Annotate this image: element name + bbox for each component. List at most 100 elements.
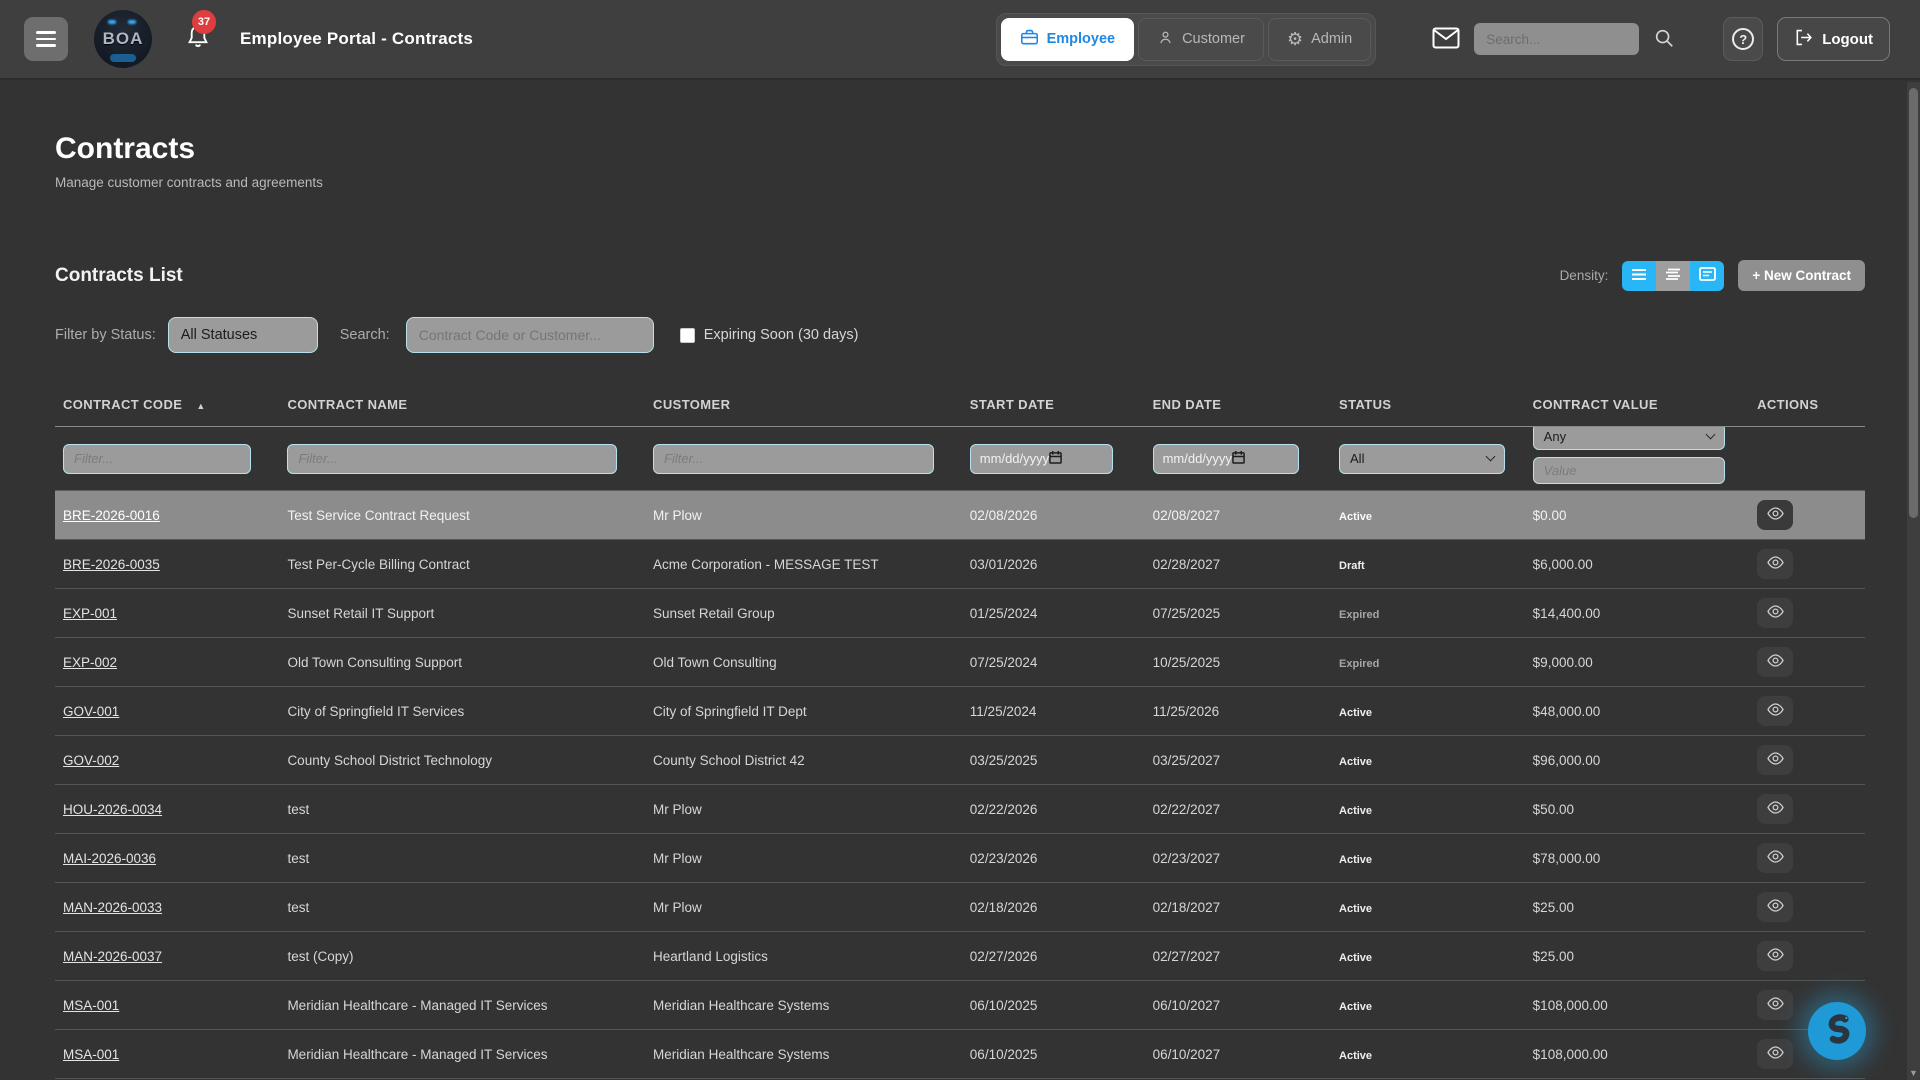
top-navbar: BOA 37 Employee Portal - Contracts Emplo…: [0, 0, 1920, 80]
eye-icon: [1766, 751, 1785, 769]
table-row[interactable]: MAN-2026-0037 test (Copy) Heartland Logi…: [55, 932, 1865, 981]
density-card-button[interactable]: [1690, 261, 1724, 291]
col-status[interactable]: STATUS: [1331, 397, 1525, 427]
view-contract-button[interactable]: [1757, 500, 1793, 530]
table-row[interactable]: GOV-001 City of Springfield IT Services …: [55, 687, 1865, 736]
contract-value-cell: $25.00: [1525, 932, 1749, 981]
snake-logo-icon: [1817, 1010, 1857, 1053]
start-date-cell: 06/10/2025: [962, 981, 1145, 1030]
view-contract-button[interactable]: [1757, 794, 1793, 824]
contract-name-cell: Test Service Contract Request: [279, 491, 645, 540]
contract-code-link[interactable]: BRE-2026-0016: [63, 508, 160, 523]
contract-name-cell: test (Copy): [279, 932, 645, 981]
status-filter-select[interactable]: All Statuses: [168, 317, 318, 353]
status-badge: Expired: [1339, 658, 1379, 670]
value-operator-select[interactable]: Any: [1533, 427, 1725, 451]
start-date-cell: 03/01/2026: [962, 540, 1145, 589]
density-compact-button[interactable]: [1622, 261, 1656, 291]
page-scrollbar[interactable]: ▼: [1907, 82, 1920, 1080]
status-badge: Active: [1339, 805, 1372, 817]
view-contract-button[interactable]: [1757, 941, 1793, 971]
density-label: Density:: [1560, 268, 1609, 283]
contract-code-link[interactable]: MAN-2026-0037: [63, 949, 162, 964]
contract-code-link[interactable]: MAI-2026-0036: [63, 851, 156, 866]
contract-code-link[interactable]: MSA-001: [63, 998, 119, 1013]
table-row[interactable]: MAN-2026-0033 test Mr Plow 02/18/2026 02…: [55, 883, 1865, 932]
contract-code-link[interactable]: EXP-001: [63, 606, 117, 621]
contract-value-cell: $6,000.00: [1525, 540, 1749, 589]
table-row[interactable]: EXP-001 Sunset Retail IT Support Sunset …: [55, 589, 1865, 638]
contract-value-cell: $78,000.00: [1525, 834, 1749, 883]
contract-code-link[interactable]: MSA-001: [63, 1047, 119, 1062]
view-contract-button[interactable]: [1757, 990, 1793, 1020]
view-contract-button[interactable]: [1757, 549, 1793, 579]
view-contract-button[interactable]: [1757, 1039, 1793, 1069]
end-date-filter[interactable]: mm/dd/yyyy: [1153, 444, 1299, 474]
scrollbar-down-arrow[interactable]: ▼: [1909, 1068, 1918, 1078]
logout-button[interactable]: Logout: [1777, 17, 1890, 61]
expiring-soon-checkbox[interactable]: [680, 328, 695, 343]
menu-button[interactable]: [24, 17, 68, 61]
view-contract-button[interactable]: [1757, 696, 1793, 726]
contract-name-cell: County School District Technology: [279, 736, 645, 785]
contract-code-link[interactable]: GOV-001: [63, 704, 119, 719]
start-date-filter[interactable]: mm/dd/yyyy: [970, 444, 1113, 474]
end-date-cell: 03/25/2027: [1145, 736, 1331, 785]
contract-code-link[interactable]: EXP-002: [63, 655, 117, 670]
col-start-date[interactable]: START DATE: [962, 397, 1145, 427]
col-end-date[interactable]: END DATE: [1145, 397, 1331, 427]
status-badge: Expired: [1339, 609, 1379, 621]
col-contract-code[interactable]: CONTRACT CODE ▲: [55, 397, 279, 427]
name-filter-input[interactable]: [287, 444, 617, 474]
help-button[interactable]: ?: [1723, 17, 1763, 61]
view-contract-button[interactable]: [1757, 647, 1793, 677]
table-row[interactable]: MSA-001 Meridian Healthcare - Managed IT…: [55, 1030, 1865, 1079]
contract-code-link[interactable]: HOU-2026-0034: [63, 802, 162, 817]
search-label: Search:: [340, 327, 390, 343]
scrollbar-thumb[interactable]: [1909, 88, 1918, 518]
table-row[interactable]: BRE-2026-0016 Test Service Contract Requ…: [55, 491, 1865, 540]
status-badge: Draft: [1339, 560, 1365, 572]
code-filter-input[interactable]: [63, 444, 251, 474]
start-date-cell: 02/22/2026: [962, 785, 1145, 834]
view-contract-button[interactable]: [1757, 892, 1793, 922]
contract-code-link[interactable]: GOV-002: [63, 753, 119, 768]
table-row[interactable]: HOU-2026-0034 test Mr Plow 02/22/2026 02…: [55, 785, 1865, 834]
search-submit-button[interactable]: [1653, 27, 1675, 52]
table-row[interactable]: MAI-2026-0036 test Mr Plow 02/23/2026 02…: [55, 834, 1865, 883]
table-row[interactable]: BRE-2026-0035 Test Per-Cycle Billing Con…: [55, 540, 1865, 589]
col-customer[interactable]: CUSTOMER: [645, 397, 962, 427]
tab-customer[interactable]: Customer: [1138, 18, 1264, 61]
customer-filter-input[interactable]: [653, 444, 934, 474]
page-title: Contracts: [55, 132, 1865, 166]
tab-employee[interactable]: Employee: [1001, 18, 1135, 61]
help-icon: ?: [1732, 28, 1754, 50]
status-badge: Active: [1339, 903, 1372, 915]
view-contract-button[interactable]: [1757, 598, 1793, 628]
view-contract-button[interactable]: [1757, 843, 1793, 873]
table-row[interactable]: EXP-002 Old Town Consulting Support Old …: [55, 638, 1865, 687]
tab-admin[interactable]: ⚙ Admin: [1268, 18, 1371, 61]
status-filter-value: All Statuses: [181, 327, 258, 343]
notifications-button[interactable]: 37: [184, 22, 212, 57]
contract-code-link[interactable]: MAN-2026-0033: [63, 900, 162, 915]
view-contract-button[interactable]: [1757, 745, 1793, 775]
logout-icon: [1794, 29, 1813, 50]
status-column-filter[interactable]: All: [1339, 444, 1505, 474]
chat-button[interactable]: [1808, 1002, 1866, 1060]
value-filter-input[interactable]: [1533, 457, 1725, 484]
customer-cell: County School District 42: [645, 736, 962, 785]
contract-code-link[interactable]: BRE-2026-0035: [63, 557, 160, 572]
density-comfortable-button[interactable]: [1656, 261, 1690, 291]
new-contract-button[interactable]: + New Contract: [1738, 260, 1865, 291]
table-row[interactable]: MSA-001 Meridian Healthcare - Managed IT…: [55, 981, 1865, 1030]
col-contract-name[interactable]: CONTRACT NAME: [279, 397, 645, 427]
table-row[interactable]: GOV-002 County School District Technolog…: [55, 736, 1865, 785]
density-toggle: [1622, 261, 1724, 291]
messages-button[interactable]: [1432, 27, 1460, 52]
col-contract-value[interactable]: CONTRACT VALUE: [1525, 397, 1749, 427]
contract-value-cell: $14,400.00: [1525, 589, 1749, 638]
eye-icon: [1766, 800, 1785, 818]
contract-search-input[interactable]: [406, 317, 654, 353]
global-search-input[interactable]: [1474, 23, 1639, 55]
